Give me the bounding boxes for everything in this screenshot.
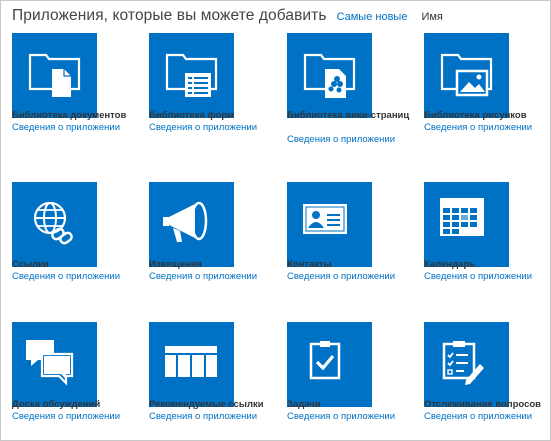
document-library-icon bbox=[28, 53, 81, 97]
app-name[interactable]: Календарь bbox=[424, 259, 551, 271]
app-details-link[interactable]: Сведения о приложении bbox=[149, 271, 257, 283]
issue-tracking-icon bbox=[442, 341, 484, 385]
app-name[interactable]: Библиотека вики-страниц bbox=[287, 110, 421, 122]
app-name[interactable]: Библиотека рисунков bbox=[424, 110, 551, 122]
app-name[interactable]: Отслеживание вопросов bbox=[424, 399, 551, 411]
app-name[interactable]: Задачи bbox=[287, 399, 421, 411]
app-details-link[interactable]: Сведения о приложении bbox=[424, 122, 532, 134]
app-icon-tile[interactable] bbox=[424, 33, 509, 118]
app-name[interactable]: Библиотека документов bbox=[12, 110, 146, 122]
discussion-board-icon bbox=[26, 340, 74, 386]
wiki-library-icon bbox=[303, 53, 356, 98]
app-details-link[interactable]: Сведения о приложении bbox=[287, 411, 395, 423]
app-name[interactable]: Извещения bbox=[149, 259, 283, 271]
app-icon-tile[interactable] bbox=[424, 182, 509, 267]
app-icon-tile[interactable] bbox=[12, 33, 97, 118]
app-icon-tile[interactable] bbox=[287, 33, 372, 118]
app-name[interactable]: Рекомендуемые ссылки bbox=[149, 399, 283, 411]
app-details-link[interactable]: Сведения о приложении bbox=[287, 134, 395, 146]
app-icon-tile[interactable] bbox=[424, 322, 509, 407]
app-details-link[interactable]: Сведения о приложении bbox=[424, 411, 532, 423]
promoted-links-icon bbox=[165, 346, 217, 377]
contacts-icon bbox=[303, 204, 347, 234]
app-details-link[interactable]: Сведения о приложении bbox=[12, 122, 120, 134]
page-title: Приложения, которые вы можете добавить bbox=[12, 7, 327, 24]
app-details-link[interactable]: Сведения о приложении bbox=[149, 122, 257, 134]
announcements-icon bbox=[163, 201, 208, 242]
app-icon-tile[interactable] bbox=[12, 182, 97, 267]
app-name[interactable]: Ссылки bbox=[12, 259, 146, 271]
app-name[interactable]: Библиотека форм bbox=[149, 110, 283, 122]
app-details-link[interactable]: Сведения о приложении bbox=[287, 271, 395, 283]
app-name[interactable]: Контакты bbox=[287, 259, 421, 271]
app-details-link[interactable]: Сведения о приложении bbox=[12, 271, 120, 283]
app-icon-tile[interactable] bbox=[287, 182, 372, 267]
app-icon-tile[interactable] bbox=[12, 322, 97, 407]
app-details-link[interactable]: Сведения о приложении bbox=[149, 411, 257, 423]
calendar-icon bbox=[440, 198, 484, 236]
links-icon bbox=[33, 201, 73, 245]
app-details-link[interactable]: Сведения о приложении bbox=[424, 271, 532, 283]
picture-library-icon bbox=[440, 53, 493, 97]
app-icon-tile[interactable] bbox=[149, 182, 234, 267]
header: Приложения, которые вы можете добавить С… bbox=[12, 7, 443, 29]
app-details-link[interactable]: Сведения о приложении bbox=[12, 411, 120, 423]
app-icon-tile[interactable] bbox=[149, 322, 234, 407]
app-icon-tile[interactable] bbox=[287, 322, 372, 407]
apps-panel: Приложения, которые вы можете добавить С… bbox=[0, 0, 551, 441]
sort-newest-link[interactable]: Самые новые bbox=[337, 11, 408, 23]
app-icon-tile[interactable] bbox=[149, 33, 234, 118]
app-name[interactable]: Доска обсуждений bbox=[12, 399, 146, 411]
form-library-icon bbox=[165, 53, 218, 97]
sort-name-link[interactable]: Имя bbox=[421, 11, 442, 23]
tasks-icon bbox=[309, 341, 341, 380]
